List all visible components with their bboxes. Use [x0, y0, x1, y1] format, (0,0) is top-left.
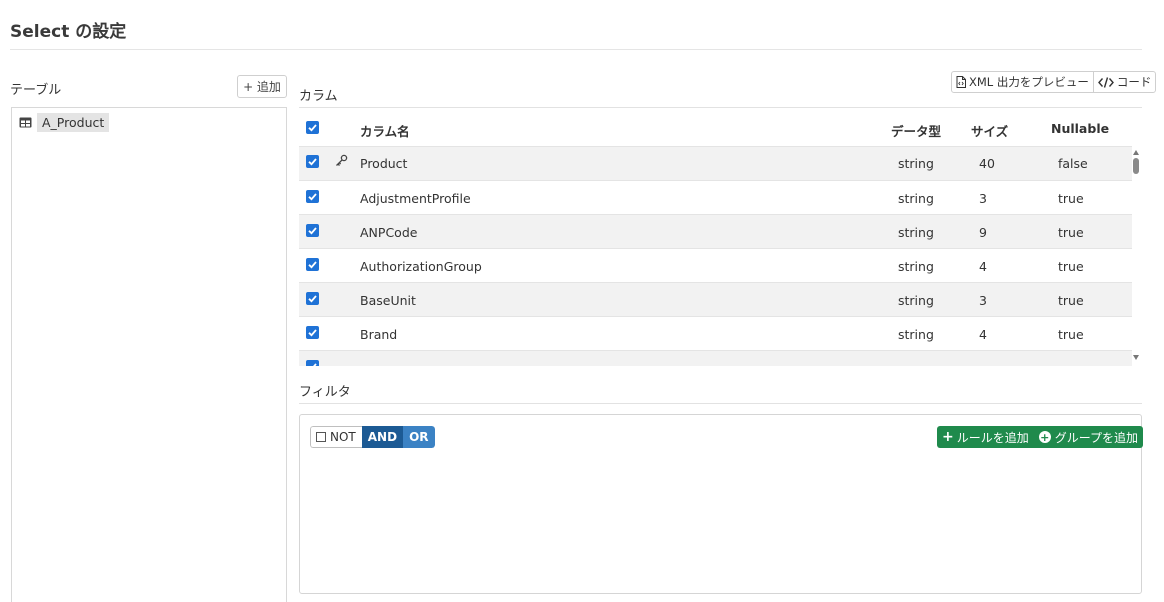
table-item-a-product[interactable]: A_Product	[19, 113, 110, 132]
page-title: Select の設定	[10, 22, 127, 42]
row-nullable: true	[1058, 191, 1084, 206]
row-checkbox[interactable]	[306, 360, 319, 366]
row-data-type: string	[898, 293, 934, 308]
filter-divider	[299, 403, 1142, 404]
checkbox-icon	[316, 432, 326, 442]
check-icon	[308, 227, 317, 235]
row-size: 3	[979, 293, 987, 308]
row-size: 9	[979, 225, 987, 240]
row-checkbox[interactable]	[306, 224, 319, 237]
tables-label: テーブル	[10, 83, 62, 98]
title-divider	[10, 49, 1142, 50]
table-row[interactable]: AuthorizationGroup string 4 true	[299, 248, 1132, 282]
row-data-type: string	[898, 327, 934, 342]
row-column-name: AuthorizationGroup	[360, 259, 482, 274]
check-icon	[308, 124, 317, 132]
plus-circle-icon: +	[1038, 430, 1051, 444]
add-rule-button[interactable]: + ルールを追加	[937, 426, 1034, 448]
columns-grid: カラム名 データ型 サイズ Nullable Product string 40…	[299, 108, 1142, 366]
file-code-icon	[956, 76, 966, 88]
header-column-name[interactable]: カラム名	[360, 121, 410, 140]
table-row[interactable]: Product string 40 false	[299, 146, 1132, 180]
filter-builder: NOT AND OR + ルールを追加 + グループを追加	[299, 414, 1144, 594]
code-button[interactable]: コード	[1092, 72, 1155, 92]
row-data-type: string	[898, 191, 934, 206]
row-data-type: string	[898, 156, 934, 171]
row-nullable: true	[1058, 259, 1084, 274]
row-checkbox[interactable]	[306, 258, 319, 271]
row-column-name: ANPCode	[360, 225, 418, 240]
row-column-name: Brand	[360, 327, 398, 342]
row-nullable: true	[1058, 327, 1084, 342]
add-group-label: グループを追加	[1054, 430, 1139, 445]
table-row[interactable]: ANPCode string 9 true	[299, 214, 1132, 248]
row-data-type: string	[898, 225, 934, 240]
add-table-button[interactable]: + 追加	[237, 75, 287, 98]
select-all-checkbox[interactable]	[306, 121, 319, 134]
check-icon	[308, 295, 317, 303]
check-icon	[308, 261, 317, 269]
logic-toggle-group: NOT AND OR	[310, 426, 435, 448]
filter-label: フィルタ	[299, 385, 351, 400]
table-row-partial[interactable]	[299, 350, 1132, 366]
columns-scrollbar[interactable]	[1131, 146, 1142, 366]
scroll-up-arrow-icon[interactable]	[1133, 150, 1139, 155]
key-icon	[336, 154, 348, 166]
header-size[interactable]: サイズ	[971, 121, 1008, 140]
row-nullable: true	[1058, 225, 1084, 240]
table-row[interactable]: Brand string 4 true	[299, 316, 1132, 350]
xml-preview-button[interactable]: XML 出力をプレビュー	[952, 72, 1093, 92]
row-data-type: string	[898, 259, 934, 274]
check-icon	[313, 363, 317, 366]
header-nullable[interactable]: Nullable	[1051, 121, 1109, 136]
row-size: 3	[979, 191, 987, 206]
table-row[interactable]: AdjustmentProfile string 3 true	[299, 180, 1132, 214]
row-checkbox[interactable]	[306, 292, 319, 305]
row-checkbox[interactable]	[306, 326, 319, 339]
row-column-name: AdjustmentProfile	[360, 191, 471, 206]
or-button[interactable]: OR	[403, 426, 435, 448]
columns-label: カラム	[299, 89, 338, 104]
code-label: コード	[1116, 75, 1152, 89]
xml-preview-label: XML 出力をプレビュー	[969, 75, 1089, 89]
scroll-thumb[interactable]	[1133, 158, 1139, 174]
add-group-button[interactable]: + グループを追加	[1034, 426, 1143, 448]
table-list: A_Product	[11, 107, 287, 602]
table-name: A_Product	[37, 113, 110, 132]
row-size: 4	[979, 259, 987, 274]
row-checkbox[interactable]	[306, 155, 319, 168]
row-column-name: Product	[360, 156, 408, 171]
plus-icon: +	[942, 429, 954, 445]
add-rule-label: ルールを追加	[956, 430, 1029, 445]
row-checkbox[interactable]	[306, 190, 319, 203]
not-toggle[interactable]: NOT	[310, 426, 362, 448]
add-rule-group: + ルールを追加 + グループを追加	[937, 426, 1144, 448]
row-size: 4	[979, 327, 987, 342]
check-icon	[308, 193, 317, 201]
scroll-down-arrow-icon[interactable]	[1133, 355, 1139, 360]
check-icon	[308, 158, 317, 166]
header-data-type[interactable]: データ型	[891, 121, 941, 140]
row-nullable: false	[1058, 156, 1088, 171]
grid-header: カラム名 データ型 サイズ Nullable	[299, 108, 1132, 146]
check-icon	[308, 329, 317, 337]
not-label: NOT	[330, 430, 356, 444]
columns-toolbar: XML 出力をプレビュー コード	[951, 71, 1157, 93]
and-button[interactable]: AND	[361, 426, 404, 448]
table-icon	[19, 117, 32, 128]
table-row[interactable]: BaseUnit string 3 true	[299, 282, 1132, 316]
row-column-name: BaseUnit	[360, 293, 416, 308]
row-size: 40	[979, 156, 995, 171]
row-nullable: true	[1058, 293, 1084, 308]
code-icon	[1097, 76, 1114, 88]
